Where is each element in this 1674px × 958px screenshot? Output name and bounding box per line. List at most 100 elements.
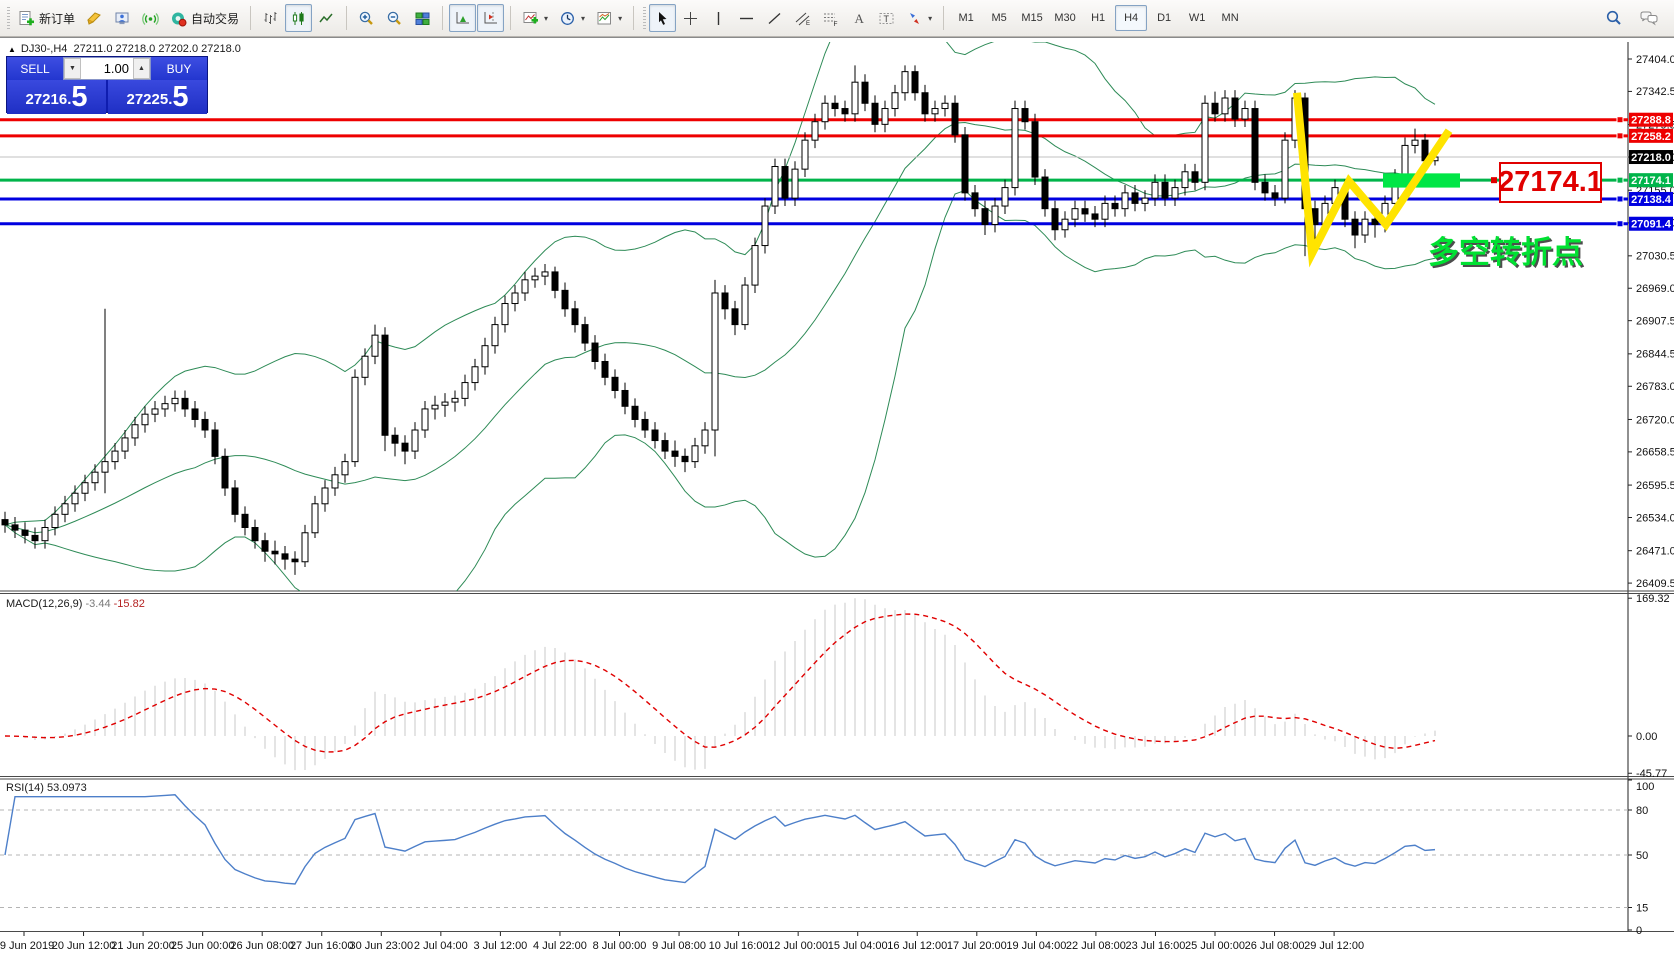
indicators-button[interactable]: ▾ — [517, 4, 553, 32]
svg-text:T: T — [884, 13, 890, 23]
chevron-down-icon[interactable]: ▾ — [928, 14, 932, 23]
bar-chart-icon — [262, 10, 279, 27]
volume-up-button[interactable]: ▲ — [133, 58, 150, 79]
timeframe-d1[interactable]: D1 — [1148, 5, 1180, 31]
profile-icon — [114, 10, 131, 27]
tile-windows-button[interactable] — [409, 4, 436, 32]
search-button[interactable] — [1600, 4, 1628, 32]
svg-text:80: 80 — [1636, 805, 1648, 817]
timeframe-mn[interactable]: MN — [1214, 5, 1246, 31]
rsi-value: 53.0973 — [47, 782, 87, 794]
svg-text:26907.5: 26907.5 — [1636, 315, 1674, 327]
chevron-down-icon[interactable]: ▾ — [544, 14, 548, 23]
chevron-down-icon[interactable]: ▾ — [618, 14, 622, 23]
sell-button[interactable]: SELL — [7, 57, 63, 80]
signals-button[interactable] — [137, 4, 164, 32]
svg-text:27218.0: 27218.0 — [1631, 152, 1671, 164]
favorites-button[interactable] — [81, 4, 108, 32]
auto-scroll-button[interactable] — [449, 4, 476, 32]
cursor-button[interactable] — [649, 4, 676, 32]
text-button[interactable]: A — [845, 4, 872, 32]
trendline-icon — [766, 10, 783, 27]
fibonacci-icon: F — [822, 10, 839, 27]
arrows-button[interactable]: ▾ — [901, 4, 937, 32]
chart-window[interactable]: 27404.027342.527279.527218.027155.027093… — [0, 37, 1674, 957]
symbol-period-label: DJ30-,H4 — [21, 43, 67, 55]
timeframe-w1[interactable]: W1 — [1181, 5, 1213, 31]
button-label: 新订单 — [39, 10, 75, 27]
svg-text:2 Jul 04:00: 2 Jul 04:00 — [414, 940, 468, 952]
svg-text:8 Jul 00:00: 8 Jul 00:00 — [593, 940, 647, 952]
timeframe-m30[interactable]: M30 — [1049, 5, 1081, 31]
ohlc-readout: 27211.0 27218.0 27202.0 27218.0 — [74, 43, 241, 55]
text-icon: A — [850, 10, 867, 27]
time-axis[interactable]: 19 Jun 201920 Jun 12:0021 Jun 20:0025 Ju… — [0, 932, 1364, 952]
svg-text:19 Jul 04:00: 19 Jul 04:00 — [1006, 940, 1066, 952]
toolbar-separator — [510, 6, 511, 30]
indicators-icon — [522, 10, 539, 27]
arrows-icon — [906, 10, 923, 27]
buy-button[interactable]: BUY — [151, 57, 207, 80]
channel-button[interactable]: E — [789, 4, 816, 32]
chat-button[interactable] — [1634, 4, 1664, 32]
templates-button[interactable]: ▾ — [591, 4, 627, 32]
one-click-trading-panel: SELL ▼ 1.00 ▲ BUY 27216.5 27225.5 — [6, 56, 208, 113]
toolbar-separator — [943, 6, 944, 30]
svg-text:30 Jun 23:00: 30 Jun 23:00 — [349, 940, 413, 952]
zoom-out-button[interactable] — [381, 4, 408, 32]
price-chart-canvas[interactable]: 27404.027342.527279.527218.027155.027093… — [0, 38, 1674, 958]
price-axis[interactable]: 27404.027342.527279.527218.027155.027093… — [1628, 54, 1674, 937]
chat-icon — [1639, 9, 1659, 27]
vline-button[interactable] — [705, 4, 732, 32]
trendline-button[interactable] — [761, 4, 788, 32]
sell-price-display[interactable]: 27216.5 — [7, 80, 106, 114]
timeframe-m15[interactable]: M15 — [1016, 5, 1048, 31]
label-button[interactable]: T — [873, 4, 900, 32]
price-callout-box[interactable]: 27174.1 — [1499, 162, 1602, 203]
svg-text:26 Jul 08:00: 26 Jul 08:00 — [1245, 940, 1305, 952]
crosshair-icon — [682, 10, 699, 27]
crosshair-button[interactable] — [677, 4, 704, 32]
chevron-down-icon[interactable]: ▾ — [581, 14, 585, 23]
toolbar-separator — [442, 6, 443, 30]
periods-button[interactable]: ▾ — [554, 4, 590, 32]
bar-chart-button[interactable] — [257, 4, 284, 32]
toolbar-separator — [346, 6, 347, 30]
timeframe-m5[interactable]: M5 — [983, 5, 1015, 31]
svg-text:3 Jul 12:00: 3 Jul 12:00 — [473, 940, 527, 952]
timeframe-h1[interactable]: H1 — [1082, 5, 1114, 31]
sell-price-big: 5 — [71, 83, 87, 112]
cn-annotation-text[interactable]: 多空转折点 — [1428, 227, 1583, 272]
svg-text:25 Jul 00:00: 25 Jul 00:00 — [1185, 940, 1245, 952]
line-chart-button[interactable] — [313, 4, 340, 32]
svg-text:9 Jul 08:00: 9 Jul 08:00 — [652, 940, 706, 952]
new-order-button[interactable]: 新订单 — [13, 4, 80, 32]
profile-button[interactable] — [109, 4, 136, 32]
hline-button[interactable] — [733, 4, 760, 32]
price-badge: 27138.4 — [1629, 192, 1673, 206]
zoom-in-button[interactable] — [353, 4, 380, 32]
timeframe-h4[interactable]: H4 — [1115, 5, 1147, 31]
fibonacci-button[interactable]: F — [817, 4, 844, 32]
collapse-panel-icon[interactable]: ▲ — [8, 45, 16, 54]
volume-input[interactable]: 1.00 — [81, 58, 133, 79]
svg-text:22 Jul 08:00: 22 Jul 08:00 — [1066, 940, 1126, 952]
price-badge: 27288.8 — [1629, 113, 1673, 127]
rsi-name: RSI(14) — [6, 782, 44, 794]
templates-icon — [596, 10, 613, 27]
timeframe-m1[interactable]: M1 — [950, 5, 982, 31]
candle-chart-button[interactable] — [285, 4, 312, 32]
svg-text:4 Jul 22:00: 4 Jul 22:00 — [533, 940, 587, 952]
svg-text:26 Jun 08:00: 26 Jun 08:00 — [230, 940, 294, 952]
candle-chart-icon — [290, 10, 307, 27]
autotrade-button[interactable]: 自动交易 — [165, 4, 244, 32]
signals-icon — [142, 10, 159, 27]
svg-text:10 Jul 16:00: 10 Jul 16:00 — [709, 940, 769, 952]
zoom-in-icon — [358, 10, 375, 27]
sell-price-main: 27216 — [25, 88, 67, 112]
svg-text:27404.0: 27404.0 — [1636, 54, 1674, 66]
buy-price-display[interactable]: 27225.5 — [108, 80, 207, 114]
chart-shift-button[interactable] — [477, 4, 504, 32]
macd-hist-value: -3.44 — [85, 598, 110, 610]
volume-down-button[interactable]: ▼ — [64, 58, 81, 79]
